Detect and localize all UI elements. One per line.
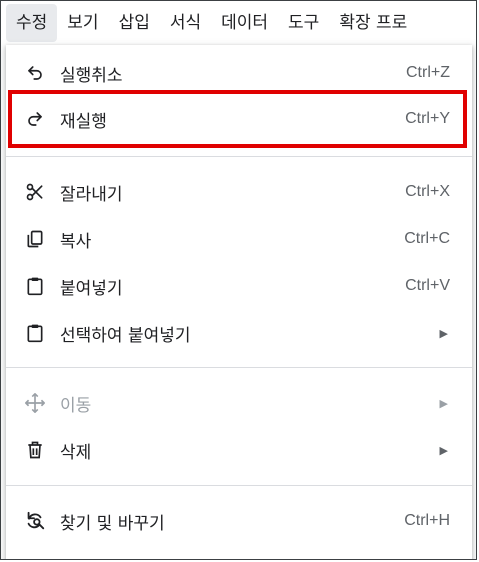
trash-icon: [24, 439, 46, 461]
menu-item-label: 붙여넣기: [60, 278, 123, 299]
submenu-arrow-icon: ▶: [439, 443, 448, 457]
menu-item-label: 이동: [60, 395, 92, 416]
clipboard-icon: [24, 322, 46, 344]
menu-item-cut[interactable]: 잘라내기 Ctrl+X: [6, 172, 472, 212]
menu-item-label: 복사: [60, 231, 92, 252]
menu-divider: [6, 367, 472, 368]
menu-tools[interactable]: 도구: [278, 4, 329, 42]
shortcut-text: Ctrl+V: [405, 277, 450, 294]
menu-item-paste[interactable]: 붙여넣기 Ctrl+V: [6, 266, 472, 306]
menu-divider: [6, 485, 472, 486]
shortcut-text: Ctrl+Z: [406, 64, 450, 81]
menu-bar: 수정 보기 삽입 서식 데이터 도구 확장 프로: [1, 1, 476, 45]
menu-item-label: 잘라내기: [60, 184, 123, 205]
menu-item-label: 찾기 및 바꾸기: [60, 513, 165, 534]
move-icon: [24, 392, 46, 414]
menu-insert[interactable]: 삽입: [109, 4, 160, 42]
shortcut-text: Ctrl+X: [405, 183, 450, 200]
shortcut-text: Ctrl+H: [404, 512, 450, 529]
menu-data[interactable]: 데이터: [211, 4, 278, 42]
menu-divider: [6, 156, 472, 157]
menu-item-move: 이동 ▶: [6, 383, 472, 423]
menu-item-copy[interactable]: 복사 Ctrl+C: [6, 219, 472, 259]
scissors-icon: [24, 181, 46, 203]
submenu-arrow-icon: ▶: [439, 396, 448, 410]
menu-item-paste-special[interactable]: 선택하여 붙여넣기 ▶: [6, 313, 472, 353]
window-frame: 수정 보기 삽입 서식 데이터 도구 확장 프로 실행취소 Ctrl+Z 재실행…: [0, 0, 477, 560]
menu-view[interactable]: 보기: [57, 4, 108, 42]
shortcut-text: Ctrl+C: [404, 230, 450, 247]
submenu-arrow-icon: ▶: [439, 326, 448, 340]
menu-item-delete[interactable]: 삭제 ▶: [6, 430, 472, 470]
menu-item-label: 실행취소: [60, 65, 123, 86]
highlight-box: [8, 90, 467, 148]
clipboard-icon: [24, 275, 46, 297]
find-replace-icon: [24, 510, 46, 532]
menu-item-label: 선택하여 붙여넣기: [60, 325, 191, 346]
undo-icon: [24, 62, 46, 84]
copy-icon: [24, 228, 46, 250]
menu-format[interactable]: 서식: [160, 4, 211, 42]
menu-extensions[interactable]: 확장 프로: [329, 4, 417, 42]
menu-item-undo[interactable]: 실행취소 Ctrl+Z: [6, 53, 472, 93]
menu-item-label: 삭제: [60, 442, 92, 463]
menu-edit[interactable]: 수정: [6, 4, 58, 42]
menu-item-find-replace[interactable]: 찾기 및 바꾸기 Ctrl+H: [6, 501, 472, 541]
edit-dropdown-menu: 실행취소 Ctrl+Z 재실행 Ctrl+Y 잘라내기 Ctrl+X 복사 Ct…: [6, 45, 472, 559]
